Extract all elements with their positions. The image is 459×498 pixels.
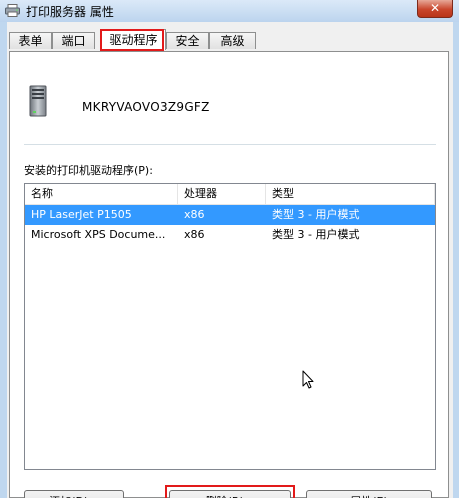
column-header-name[interactable]: 名称 — [25, 184, 178, 204]
section-divider — [24, 144, 436, 145]
drivers-list[interactable]: 名称 处理器 类型 HP LaserJet P1505 x86 类型 3 - 用… — [24, 183, 436, 470]
remove-button-highlight-box — [165, 485, 295, 498]
tab-advanced[interactable]: 高级 — [209, 32, 256, 49]
tab-forms[interactable]: 表单 — [9, 32, 52, 49]
drivers-tab-panel: MKRYVAOVO3Z9GFZ 安装的打印机驱动程序(P): 名称 处理器 类型… — [9, 51, 449, 498]
driver-type: 类型 3 - 用户模式 — [272, 208, 360, 221]
dialog-client-area: 表单 端口 驱动程序 安全 高级 MKRYVAOVO3Z9GFZ 安装的打印机驱… — [7, 22, 453, 498]
driver-name: Microsoft XPS Docume... — [31, 228, 166, 241]
close-button[interactable]: ✕ — [417, 0, 453, 18]
server-icon — [29, 85, 47, 117]
tab-ports[interactable]: 端口 — [52, 32, 95, 49]
close-icon: ✕ — [429, 1, 441, 15]
print-server-properties-window: 打印服务器 属性 ✕ 表单 端口 驱动程序 安全 高级 MKRYVAOVO3Z9… — [0, 0, 459, 498]
tab-strip: 表单 端口 驱动程序 安全 高级 — [7, 29, 453, 51]
column-header-type[interactable]: 类型 — [266, 184, 435, 204]
driver-processor: x86 — [184, 228, 205, 241]
driver-name: HP LaserJet P1505 — [31, 208, 132, 221]
driver-properties-button[interactable]: 属性(E) — [306, 490, 432, 498]
add-driver-button[interactable]: 添加(D)... — [24, 490, 124, 498]
installed-drivers-label: 安装的打印机驱动程序(P): — [24, 164, 153, 177]
driver-row[interactable]: Microsoft XPS Docume... x86 类型 3 - 用户模式 — [25, 225, 435, 245]
printer-icon — [5, 4, 20, 17]
column-header-processor[interactable]: 处理器 — [178, 184, 266, 204]
driver-row[interactable]: HP LaserJet P1505 x86 类型 3 - 用户模式 — [25, 205, 435, 225]
title-bar[interactable]: 打印服务器 属性 ✕ — [0, 0, 459, 22]
tab-security[interactable]: 安全 — [166, 32, 209, 49]
server-name: MKRYVAOVO3Z9GFZ — [82, 100, 210, 114]
drivers-list-header: 名称 处理器 类型 — [25, 184, 435, 205]
drivers-tab-highlight-box — [100, 29, 164, 51]
driver-processor: x86 — [184, 208, 205, 221]
mouse-cursor-icon — [302, 370, 314, 389]
window-title: 打印服务器 属性 — [26, 5, 114, 19]
driver-type: 类型 3 - 用户模式 — [272, 228, 360, 241]
